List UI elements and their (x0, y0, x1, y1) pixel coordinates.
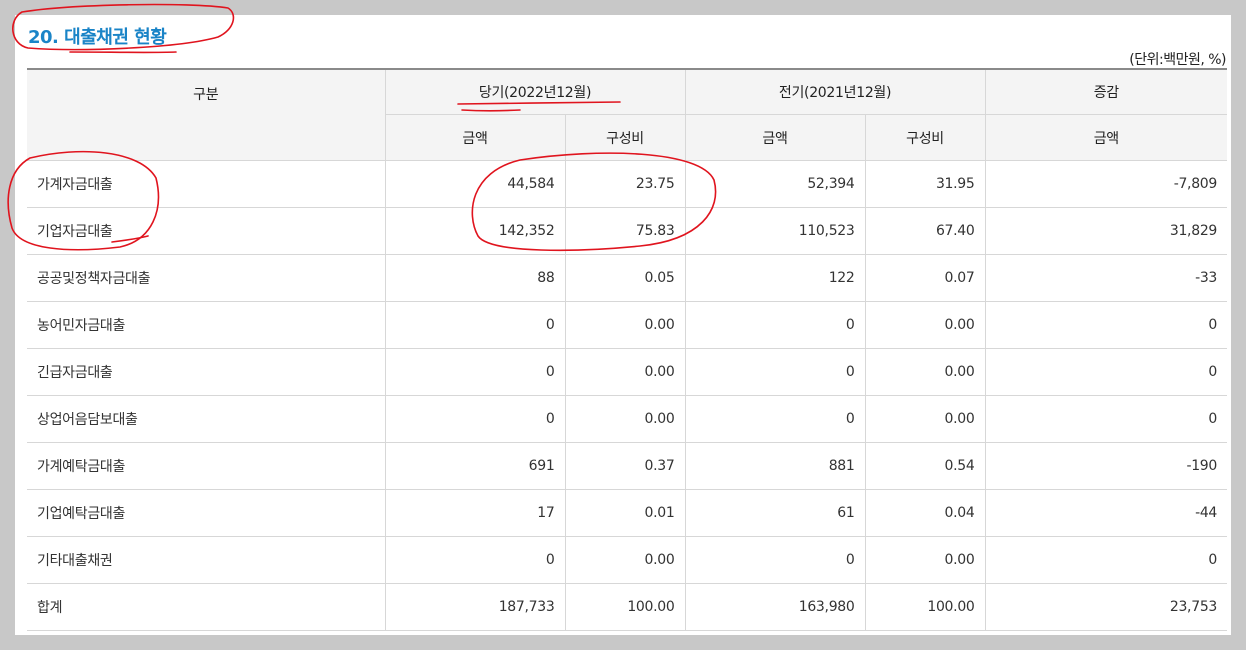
current-amount: 44,584 (384, 160, 566, 208)
current-ratio: 0.37 (564, 442, 686, 490)
row-category: 기타대출채권 (27, 536, 386, 584)
row-category: 긴급자금대출 (27, 348, 386, 396)
row-category: 기업자금대출 (27, 207, 386, 255)
change-amount: 0 (984, 348, 1228, 396)
change-amount: 31,829 (984, 207, 1228, 255)
table-row: 기업자금대출 142,352 75.83 110,523 67.40 31,829 (27, 207, 1228, 255)
section-title: 20. 대출채권 현황 (28, 27, 167, 48)
current-amount: 0 (384, 395, 566, 443)
previous-amount: 0 (684, 348, 866, 396)
previous-amount: 0 (684, 536, 866, 584)
table-row: 농어민자금대출 0 0.00 0 0.00 0 (27, 301, 1228, 349)
table-row: 공공및정책자금대출 88 0.05 122 0.07 -33 (27, 254, 1228, 302)
header-previous-amount: 금액 (684, 114, 866, 161)
previous-ratio: 67.40 (864, 207, 986, 255)
current-amount: 187,733 (384, 583, 566, 631)
header-current-ratio: 구성비 (564, 114, 686, 161)
previous-ratio: 0.07 (864, 254, 986, 302)
row-category: 가계예탁금대출 (27, 442, 386, 490)
previous-amount: 122 (684, 254, 866, 302)
current-amount: 142,352 (384, 207, 566, 255)
current-amount: 0 (384, 301, 566, 349)
change-amount: -33 (984, 254, 1228, 302)
previous-ratio: 0.00 (864, 536, 986, 584)
row-category: 농어민자금대출 (27, 301, 386, 349)
change-amount: 0 (984, 301, 1228, 349)
table-row: 상업어음담보대출 0 0.00 0 0.00 0 (27, 395, 1228, 443)
change-amount: -7,809 (984, 160, 1228, 208)
change-amount: 0 (984, 536, 1228, 584)
table-row: 기업예탁금대출 17 0.01 61 0.04 -44 (27, 489, 1228, 537)
table-row: 가계자금대출 44,584 23.75 52,394 31.95 -7,809 (27, 160, 1228, 208)
unit-note: (단위:백만원, %) (1129, 52, 1226, 68)
previous-ratio: 0.00 (864, 395, 986, 443)
current-ratio: 100.00 (564, 583, 686, 631)
current-amount: 691 (384, 442, 566, 490)
previous-ratio: 31.95 (864, 160, 986, 208)
current-ratio: 0.00 (564, 536, 686, 584)
previous-ratio: 0.00 (864, 301, 986, 349)
previous-amount: 0 (684, 395, 866, 443)
table-row: 기타대출채권 0 0.00 0 0.00 0 (27, 536, 1228, 584)
previous-amount: 881 (684, 442, 866, 490)
loan-receivables-table: 구분 당기(2022년12월) 전기(2021년12월) 증감 금액 구성비 금… (27, 68, 1228, 631)
previous-amount: 52,394 (684, 160, 866, 208)
row-category: 가계자금대출 (27, 160, 386, 208)
current-amount: 0 (384, 348, 566, 396)
current-amount: 0 (384, 536, 566, 584)
header-current-amount: 금액 (385, 114, 566, 161)
current-ratio: 0.05 (564, 254, 686, 302)
change-amount: -44 (984, 489, 1228, 537)
current-ratio: 0.00 (564, 395, 686, 443)
previous-ratio: 0.54 (864, 442, 986, 490)
table-row: 가계예탁금대출 691 0.37 881 0.54 -190 (27, 442, 1228, 490)
previous-amount: 110,523 (684, 207, 866, 255)
previous-ratio: 0.00 (864, 348, 986, 396)
change-amount: 23,753 (984, 583, 1228, 631)
change-amount: 0 (984, 395, 1228, 443)
row-category: 기업예탁금대출 (27, 489, 386, 537)
previous-amount: 0 (684, 301, 866, 349)
current-ratio: 0.01 (564, 489, 686, 537)
row-category: 합계 (27, 583, 386, 631)
current-ratio: 0.00 (564, 348, 686, 396)
header-category: 구분 (27, 68, 386, 161)
current-amount: 17 (384, 489, 566, 537)
current-ratio: 0.00 (564, 301, 686, 349)
header-previous-period: 전기(2021년12월) (684, 68, 986, 115)
header-previous-ratio: 구성비 (864, 114, 986, 161)
change-amount: -190 (984, 442, 1228, 490)
header-change-amount: 금액 (984, 114, 1228, 161)
table-row: 긴급자금대출 0 0.00 0 0.00 0 (27, 348, 1228, 396)
previous-amount: 163,980 (684, 583, 866, 631)
header-current-period: 당기(2022년12월) (384, 68, 686, 115)
current-ratio: 23.75 (564, 160, 686, 208)
previous-ratio: 100.00 (864, 583, 986, 631)
row-category: 상업어음담보대출 (27, 395, 386, 443)
current-amount: 88 (384, 254, 566, 302)
header-change: 증감 (984, 68, 1228, 115)
previous-amount: 61 (684, 489, 866, 537)
document-page: 20. 대출채권 현황 (단위:백만원, %) 구분 당기(2022년12월) … (15, 15, 1231, 635)
current-ratio: 75.83 (564, 207, 686, 255)
row-category: 공공및정책자금대출 (27, 254, 386, 302)
previous-ratio: 0.04 (864, 489, 986, 537)
table-row: 합계 187,733 100.00 163,980 100.00 23,753 (27, 583, 1228, 631)
header-row-1: 구분 당기(2022년12월) 전기(2021년12월) 증감 (27, 68, 1228, 161)
